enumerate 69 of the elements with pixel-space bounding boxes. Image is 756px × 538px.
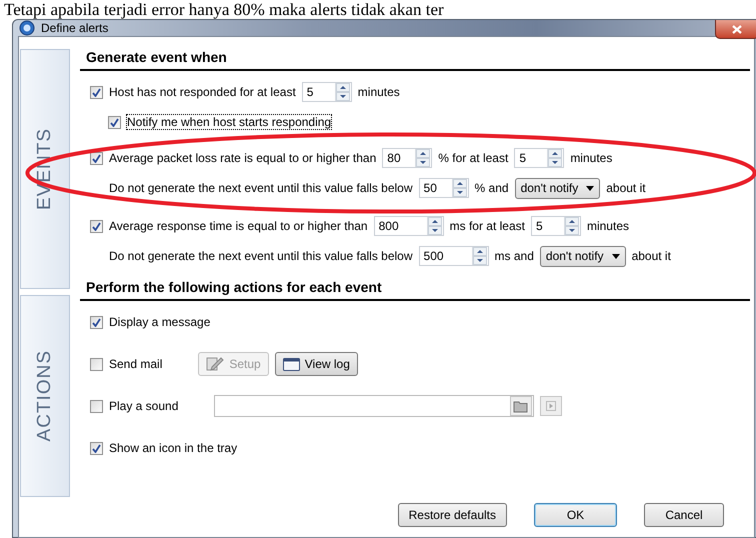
- spinner-icon[interactable]: [415, 149, 432, 167]
- option-label: Do not generate the next event until this value falls below: [109, 249, 413, 263]
- check-icon: [92, 222, 101, 230]
- notify-dropdown[interactable]: don't notify: [540, 246, 626, 266]
- option-label: Host has not responded for at least: [109, 85, 296, 99]
- checkbox[interactable]: [90, 220, 103, 232]
- option-label: minutes: [586, 219, 629, 233]
- caret-icon: [586, 186, 594, 190]
- option-label: % and: [474, 181, 509, 195]
- spin-field[interactable]: 500: [418, 246, 489, 266]
- checkbox[interactable]: [90, 86, 103, 98]
- checkbox[interactable]: [90, 400, 103, 412]
- option-label: Send mail: [109, 357, 162, 371]
- spin-field[interactable]: 5: [514, 148, 564, 168]
- checkbox[interactable]: [90, 316, 103, 328]
- window-icon: [282, 358, 300, 370]
- sound-file-field[interactable]: [214, 395, 534, 417]
- option-label: Average response time is equal to or higher than: [109, 219, 368, 233]
- dialog-button[interactable]: OK: [534, 503, 617, 527]
- option-label: about it: [606, 181, 646, 195]
- view-log-button[interactable]: View log: [274, 352, 358, 376]
- checkbox[interactable]: [90, 442, 103, 454]
- option-label: Show an icon in the tray: [109, 441, 238, 455]
- caption-text: Tetapi apabila terjadi error hanya 80% maka alerts tidak akan ter: [3, 0, 445, 19]
- option-label: % for at least: [438, 151, 508, 165]
- option-label: Notify me when host starts responding: [127, 115, 332, 129]
- spinner-icon[interactable]: [426, 217, 443, 235]
- caret-icon: [612, 254, 620, 258]
- app-icon: [19, 20, 35, 36]
- play-icon: [546, 401, 556, 411]
- check-icon: [92, 444, 101, 452]
- notify-dropdown[interactable]: don't notify: [514, 178, 600, 198]
- option-label: Display a message: [109, 315, 210, 329]
- spinner-icon[interactable]: [452, 179, 468, 197]
- check-icon: [92, 154, 101, 162]
- dialog-button[interactable]: Cancel: [644, 503, 724, 527]
- checkbox[interactable]: [90, 152, 103, 164]
- check-icon: [92, 88, 101, 96]
- spin-field[interactable]: 5: [530, 216, 581, 236]
- folder-icon: [513, 400, 530, 412]
- checkbox[interactable]: [90, 358, 103, 370]
- section-heading: Generate event when: [80, 49, 750, 71]
- option-label: ms and: [494, 249, 534, 263]
- section-heading: Perform the following actions for each event: [80, 279, 750, 301]
- option-label: Do not generate the next event until this value falls below: [109, 181, 413, 195]
- spin-field[interactable]: 80: [382, 148, 432, 168]
- check-icon: [110, 118, 119, 126]
- window-title: Define alerts: [41, 21, 108, 35]
- spin-field[interactable]: 800: [374, 216, 444, 236]
- pencil-icon: [206, 356, 224, 372]
- spin-field[interactable]: 5: [302, 82, 352, 102]
- check-icon: [92, 318, 101, 326]
- close-button[interactable]: [715, 20, 756, 39]
- checkbox[interactable]: [108, 116, 121, 128]
- dialog-button[interactable]: Restore defaults: [398, 503, 507, 527]
- close-icon: [732, 24, 742, 34]
- option-label: Play a sound: [109, 399, 178, 413]
- spinner-icon[interactable]: [334, 83, 351, 101]
- spin-field[interactable]: 50: [418, 178, 469, 198]
- spinner-icon[interactable]: [472, 247, 488, 265]
- option-label: Average packet loss rate is equal to or higher than: [109, 151, 376, 165]
- option-label: ms for at least: [450, 219, 525, 233]
- option-label: about it: [632, 249, 671, 263]
- vertical-tab[interactable]: ACTIONS: [20, 295, 70, 497]
- spinner-icon[interactable]: [547, 149, 564, 167]
- option-label: minutes: [358, 85, 400, 99]
- folder-button[interactable]: [510, 396, 532, 416]
- spinner-icon[interactable]: [564, 217, 580, 235]
- option-label: minutes: [570, 151, 612, 165]
